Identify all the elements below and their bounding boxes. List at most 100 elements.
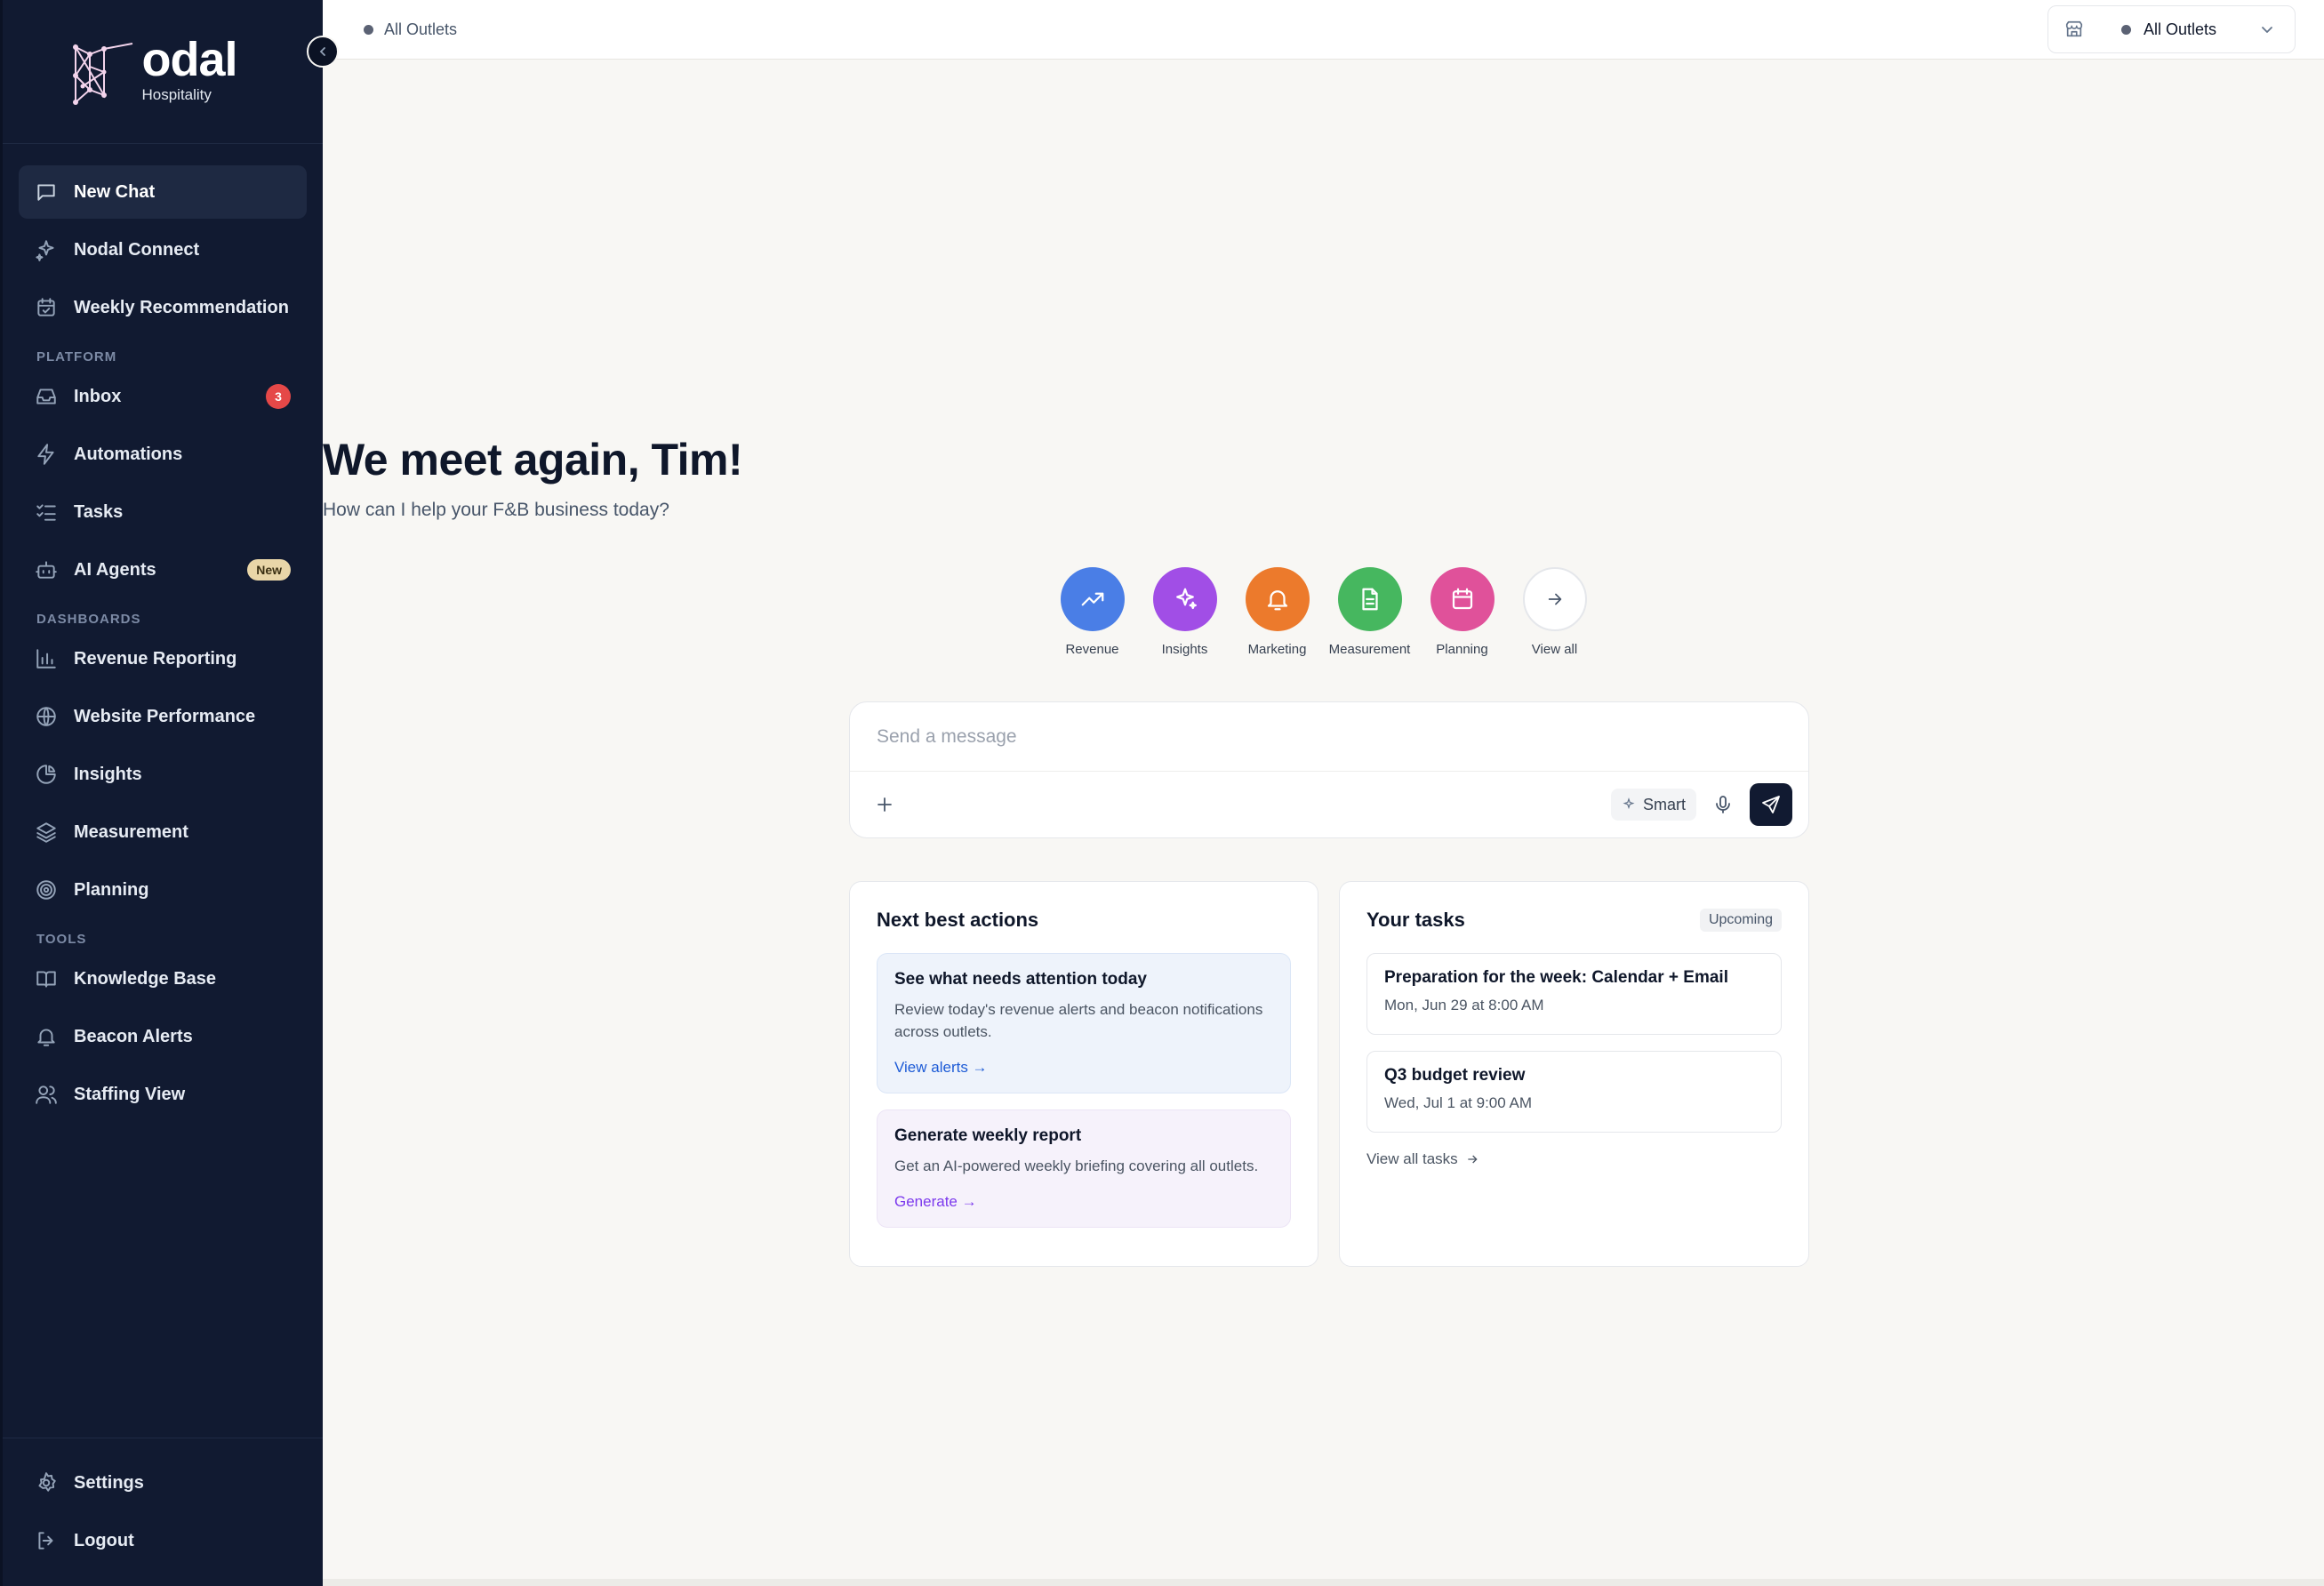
sidebar-item-settings[interactable]: Settings — [19, 1456, 307, 1510]
send-icon — [1762, 796, 1780, 813]
attach-button[interactable] — [875, 795, 894, 814]
sparkles-icon — [1152, 567, 1217, 631]
greeting-subtitle: How can I help your F&B business today? — [323, 500, 669, 520]
outlet-selector[interactable]: All Outlets — [2047, 5, 2296, 53]
quick-action-marketing[interactable]: Marketing — [1231, 567, 1324, 657]
calendar-icon — [1430, 567, 1495, 631]
message-square-icon — [35, 180, 58, 204]
section-label-dashboards: DASHBOARDS — [36, 612, 141, 627]
pie-chart-icon — [35, 763, 58, 786]
microphone-icon — [1716, 796, 1730, 813]
globe-icon — [35, 705, 58, 728]
task-item[interactable]: Preparation for the week: Calendar + Ema… — [1366, 953, 1782, 1035]
logo-area: odal Hospitality — [3, 0, 339, 144]
sidebar-item-label: Nodal Connect — [74, 239, 200, 260]
bottom-edge — [323, 1579, 2324, 1586]
upcoming-badge: Upcoming — [1699, 909, 1782, 932]
sidebar-item-nodal-connect[interactable]: Nodal Connect — [19, 223, 307, 276]
new-badge: New — [247, 559, 291, 581]
sidebar-item-label: Automations — [74, 444, 183, 464]
layers-icon — [35, 821, 58, 844]
view-alerts-link[interactable]: View alerts → — [894, 1059, 988, 1077]
quick-action-label: View all — [1531, 642, 1578, 657]
sidebar-item-label: Logout — [74, 1530, 134, 1550]
store-icon — [2065, 20, 2083, 37]
sidebar-nav: New Chat Nodal Connect Weekly Recommenda… — [3, 144, 323, 1121]
gear-icon — [35, 1471, 58, 1494]
outlet-selector-value: All Outlets — [2143, 20, 2216, 38]
main-content: All Outlets All Outlets We meet again, T… — [323, 0, 2324, 1586]
sidebar-item-new-chat[interactable]: New Chat — [19, 165, 307, 219]
sidebar-item-staffing-view[interactable]: Staffing View — [19, 1068, 307, 1121]
action-item: See what needs attention today Review to… — [877, 953, 1291, 1093]
brand-logo[interactable]: odal Hospitality — [70, 36, 238, 108]
sidebar-item-planning[interactable]: Planning — [19, 863, 307, 917]
status-dot-icon — [364, 24, 373, 35]
quick-action-revenue[interactable]: Revenue — [1046, 567, 1139, 657]
sidebar-item-inbox[interactable]: Inbox 3 — [19, 370, 307, 423]
trending-up-icon — [1060, 567, 1125, 631]
sidebar-item-label: Measurement — [74, 821, 188, 842]
generate-report-link[interactable]: Generate → — [894, 1193, 977, 1211]
sidebar-item-label: Beacon Alerts — [74, 1026, 193, 1046]
book-open-icon — [35, 967, 58, 990]
sidebar-item-beacon-alerts[interactable]: Beacon Alerts — [19, 1010, 307, 1063]
quick-action-view-all[interactable]: View all — [1509, 567, 1601, 657]
bell-icon — [35, 1025, 58, 1048]
greeting-title: We meet again, Tim! — [323, 435, 743, 485]
quick-action-planning[interactable]: Planning — [1416, 567, 1509, 657]
voice-input-button[interactable] — [1712, 794, 1734, 815]
task-title: Q3 budget review — [1384, 1066, 1526, 1085]
sidebar-item-logout[interactable]: Logout — [19, 1514, 307, 1567]
sidebar-item-tasks[interactable]: Tasks — [19, 485, 307, 539]
view-all-tasks-label: View all tasks — [1366, 1150, 1458, 1167]
nodal-logo-mark-icon — [73, 43, 133, 105]
action-title: See what needs attention today — [894, 970, 1147, 989]
sidebar-item-website-performance[interactable]: Website Performance — [19, 690, 307, 743]
file-text-icon — [1337, 567, 1402, 631]
collapse-sidebar-button[interactable] — [307, 36, 339, 68]
section-label-tools: TOOLS — [36, 932, 87, 947]
bot-icon — [35, 558, 58, 581]
task-time: Mon, Jun 29 at 8:00 AM — [1384, 997, 1544, 1013]
sidebar-item-label: Planning — [74, 879, 149, 900]
quick-action-label: Marketing — [1247, 642, 1307, 657]
your-tasks-card: Your tasks Upcoming Preparation for the … — [1339, 881, 1809, 1267]
calendar-check-icon — [35, 296, 58, 319]
sidebar-item-label: Knowledge Base — [74, 968, 217, 989]
quick-action-label: Revenue — [1065, 642, 1119, 657]
sidebar-item-weekly-recommendation[interactable]: Weekly Recommendation — [19, 281, 307, 334]
smart-mode-label: Smart — [1642, 795, 1686, 813]
sidebar-item-measurement[interactable]: Measurement — [19, 805, 307, 859]
sidebar-item-label: Settings — [74, 1472, 144, 1493]
send-button[interactable] — [1750, 783, 1792, 826]
quick-actions: Revenue Insights Marketing Measurement P… — [323, 567, 2324, 657]
sidebar-item-revenue-reporting[interactable]: Revenue Reporting — [19, 632, 307, 685]
zap-icon — [35, 443, 58, 466]
quick-action-measurement[interactable]: Measurement — [1324, 567, 1416, 657]
message-input[interactable] — [850, 702, 1808, 772]
sidebar-item-insights[interactable]: Insights — [19, 748, 307, 801]
sidebar-item-label: Staffing View — [74, 1084, 186, 1104]
quick-action-insights[interactable]: Insights — [1139, 567, 1231, 657]
action-item: Generate weekly report Get an AI-powered… — [877, 1109, 1291, 1228]
sidebar-item-ai-agents[interactable]: AI Agents New — [19, 543, 307, 597]
arrow-right-icon — [1522, 567, 1587, 631]
sidebar-item-label: Inbox — [74, 386, 122, 406]
view-all-tasks-link[interactable]: View all tasks — [1366, 1150, 1479, 1168]
breadcrumb-current: All Outlets — [384, 20, 458, 38]
sidebar-item-label: Website Performance — [74, 706, 256, 726]
status-dot-icon — [2120, 24, 2131, 35]
sidebar-item-knowledge-base[interactable]: Knowledge Base — [19, 952, 307, 1005]
composer-toolbar: Smart — [850, 772, 1808, 837]
sidebar-item-automations[interactable]: Automations — [19, 428, 307, 481]
sidebar-item-label: New Chat — [74, 181, 156, 202]
arrow-right-icon — [1468, 1155, 1478, 1164]
inbox-icon — [35, 385, 58, 408]
next-best-actions-card: Next best actions See what needs attenti… — [849, 881, 1318, 1267]
smart-mode-toggle[interactable]: Smart — [1610, 789, 1696, 821]
sidebar-item-label: Weekly Recommendation — [74, 297, 289, 317]
quick-action-label: Measurement — [1328, 642, 1411, 657]
sidebar-footer: Settings Logout — [3, 1438, 323, 1586]
task-item[interactable]: Q3 budget review Wed, Jul 1 at 9:00 AM — [1366, 1051, 1782, 1133]
